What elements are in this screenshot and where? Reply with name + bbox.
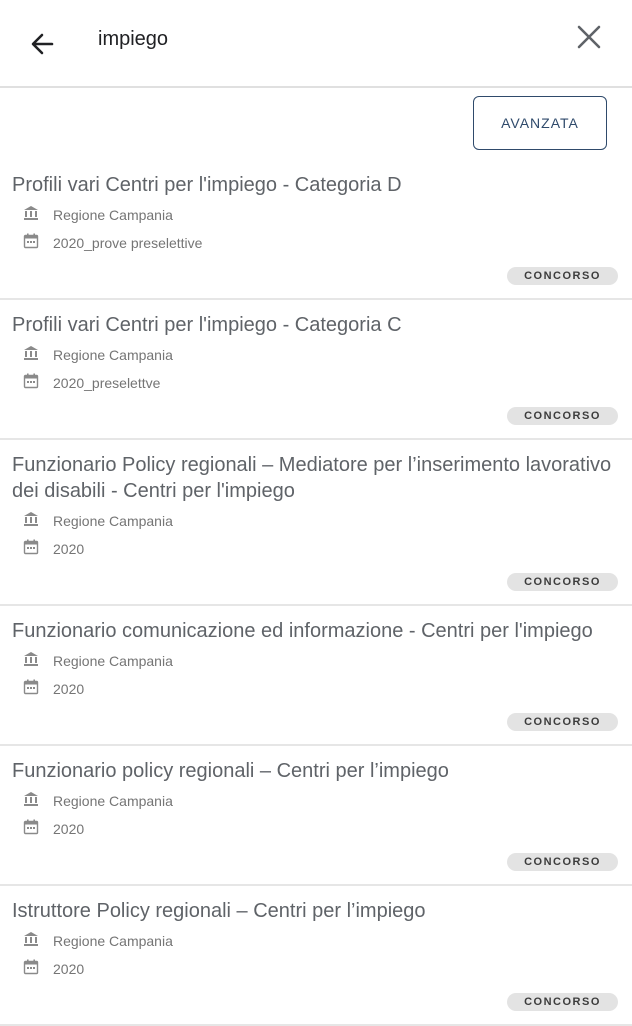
calendar-icon: [22, 818, 40, 841]
date-label: 2020_prove preselettive: [53, 235, 203, 251]
date-row: 2020_preselettve: [22, 371, 160, 395]
institution-icon: [22, 650, 40, 673]
results-list: Profili vari Centri per l'impiego - Cate…: [0, 160, 632, 1026]
type-badge: CONCORSO: [507, 713, 618, 731]
type-badge: CONCORSO: [507, 573, 618, 591]
date-label: 2020: [53, 821, 85, 837]
result-title: Profili vari Centri per l'impiego - Cate…: [12, 314, 402, 336]
type-badge: CONCORSO: [507, 407, 618, 425]
result-title: Istruttore Policy regionali – Centri per…: [12, 900, 426, 922]
calendar-icon: [22, 678, 40, 701]
organization-row: Regione Campania: [22, 509, 173, 533]
type-badge: CONCORSO: [507, 853, 618, 871]
date-row: 2020: [22, 677, 84, 701]
organization-label: Regione Campania: [53, 653, 173, 669]
result-card[interactable]: Funzionario Policy regionali – Mediatore…: [0, 440, 632, 606]
result-title: Funzionario Policy regionali – Mediatore…: [12, 454, 612, 502]
organization-row: Regione Campania: [22, 789, 173, 813]
institution-icon: [22, 344, 40, 367]
date-label: 2020: [53, 681, 85, 697]
result-card[interactable]: Istruttore Policy regionali – Centri per…: [0, 886, 632, 1026]
date-label: 2020: [53, 961, 85, 977]
back-arrow-icon[interactable]: [24, 24, 62, 62]
result-card[interactable]: Funzionario policy regionali – Centri pe…: [0, 746, 632, 886]
calendar-icon: [22, 958, 40, 981]
organization-row: Regione Campania: [22, 343, 173, 367]
date-row: 2020: [22, 957, 84, 981]
organization-label: Regione Campania: [53, 933, 173, 949]
result-card[interactable]: Profili vari Centri per l'impiego - Cate…: [0, 300, 632, 440]
result-card[interactable]: Funzionario comunicazione ed informazion…: [0, 606, 632, 746]
organization-label: Regione Campania: [53, 347, 173, 363]
organization-label: Regione Campania: [53, 513, 173, 529]
result-title: Profili vari Centri per l'impiego - Cate…: [12, 174, 402, 196]
organization-row: Regione Campania: [22, 203, 173, 227]
result-title: Funzionario policy regionali – Centri pe…: [12, 760, 449, 782]
organization-label: Regione Campania: [53, 793, 173, 809]
calendar-icon: [22, 538, 40, 561]
calendar-icon: [22, 232, 40, 255]
institution-icon: [22, 930, 40, 953]
date-label: 2020_preselettve: [53, 375, 161, 391]
organization-row: Regione Campania: [22, 649, 173, 673]
date-label: 2020: [53, 541, 85, 557]
institution-icon: [22, 790, 40, 813]
calendar-icon: [22, 372, 40, 395]
result-card[interactable]: Profili vari Centri per l'impiego - Cate…: [0, 160, 632, 300]
type-badge: CONCORSO: [507, 993, 618, 1011]
result-title: Funzionario comunicazione ed informazion…: [12, 620, 593, 642]
organization-row: Regione Campania: [22, 929, 173, 953]
date-row: 2020: [22, 817, 84, 841]
search-input[interactable]: [98, 24, 538, 54]
advanced-search-button[interactable]: AVANZATA: [473, 96, 607, 150]
institution-icon: [22, 510, 40, 533]
institution-icon: [22, 204, 40, 227]
close-icon[interactable]: [574, 22, 604, 52]
date-row: 2020_prove preselettive: [22, 231, 202, 255]
date-row: 2020: [22, 537, 84, 561]
search-bar: [0, 0, 632, 88]
organization-label: Regione Campania: [53, 207, 173, 223]
type-badge: CONCORSO: [507, 267, 618, 285]
